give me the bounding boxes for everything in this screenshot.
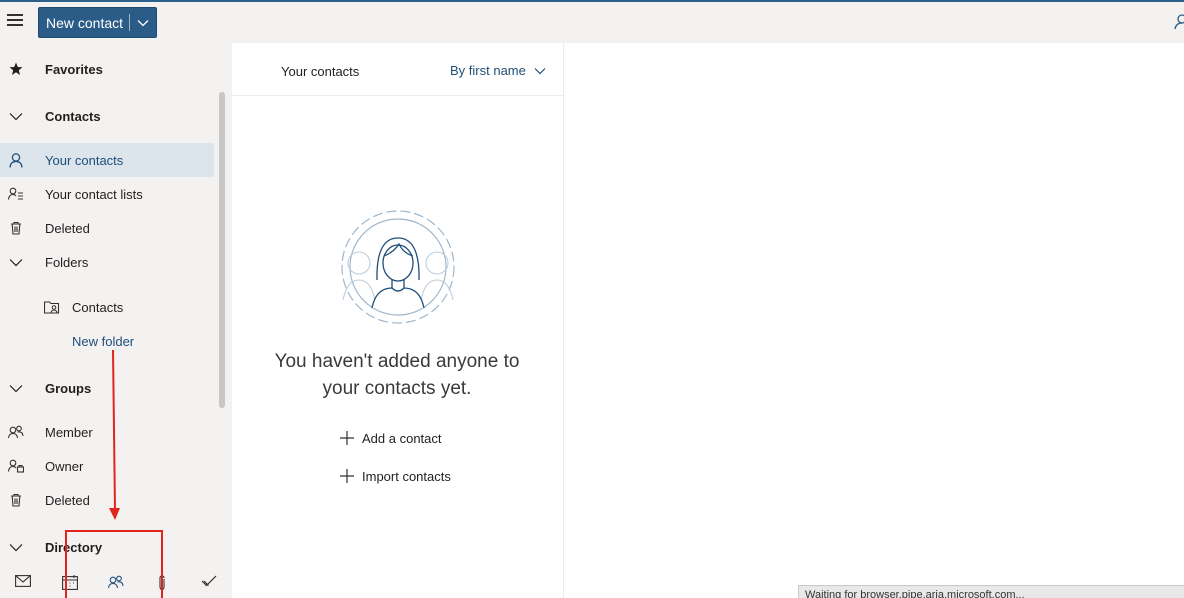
person-icon (8, 152, 24, 168)
contact-list-pane: Your contacts By first name You haven't … (232, 43, 564, 598)
sidebar-item-your-contacts[interactable]: Your contacts (0, 143, 214, 177)
empty-contacts-illustration (339, 208, 457, 331)
list-title: Your contacts (281, 64, 360, 79)
contact-folder-icon (44, 299, 60, 315)
empty-state-message: You haven't added anyone to your contact… (274, 351, 520, 399)
annotation-highlight-box (65, 530, 163, 598)
chevron-down-icon[interactable] (8, 380, 24, 396)
mail-icon[interactable] (0, 569, 46, 598)
chevron-down-icon[interactable] (8, 539, 24, 555)
add-contact-button[interactable]: Add a contact (339, 430, 442, 446)
new-contact-label: New contact (46, 14, 124, 31)
trash-icon (8, 220, 24, 236)
todo-check-icon[interactable] (186, 569, 232, 598)
person-icon[interactable] (1174, 14, 1184, 35)
trash-icon (8, 492, 24, 508)
sidebar-scrollbar[interactable] (219, 92, 225, 408)
sort-label: By first name (450, 63, 526, 78)
annotation-arrow (109, 350, 120, 520)
list-header: Your contacts By first name (232, 43, 563, 96)
browser-status-bar: Waiting for browser.pipe.aria.microsoft.… (798, 585, 1184, 598)
chevron-down-icon[interactable] (8, 108, 24, 124)
sidebar-item-folders[interactable]: Folders (0, 245, 214, 279)
reading-pane (564, 43, 1184, 598)
sidebar-item-favorites[interactable]: Favorites (0, 52, 214, 86)
contact-list-icon (8, 186, 24, 202)
people-icon (8, 424, 24, 440)
plus-icon (339, 468, 355, 484)
star-icon (8, 61, 24, 77)
owner-icon (8, 458, 24, 474)
import-contacts-button[interactable]: Import contacts (339, 468, 451, 484)
sidebar-item-folder-contacts[interactable]: Contacts (0, 290, 214, 324)
chevron-down-icon (534, 63, 546, 78)
top-toolbar: New contact (0, 2, 1184, 43)
sort-dropdown[interactable]: By first name (450, 63, 546, 78)
sidebar-item-deleted[interactable]: Deleted (0, 211, 214, 245)
chevron-down-icon[interactable] (8, 254, 24, 270)
add-contact-label: Add a contact (362, 430, 442, 446)
import-contacts-label: Import contacts (362, 468, 451, 484)
plus-icon (339, 430, 355, 446)
hamburger-menu-icon[interactable] (7, 14, 23, 28)
sidebar-item-contact-lists[interactable]: Your contact lists (0, 177, 214, 211)
chevron-down-icon[interactable] (130, 19, 156, 27)
new-contact-button[interactable]: New contact (38, 7, 157, 38)
sidebar-item-contacts[interactable]: Contacts (0, 99, 214, 133)
